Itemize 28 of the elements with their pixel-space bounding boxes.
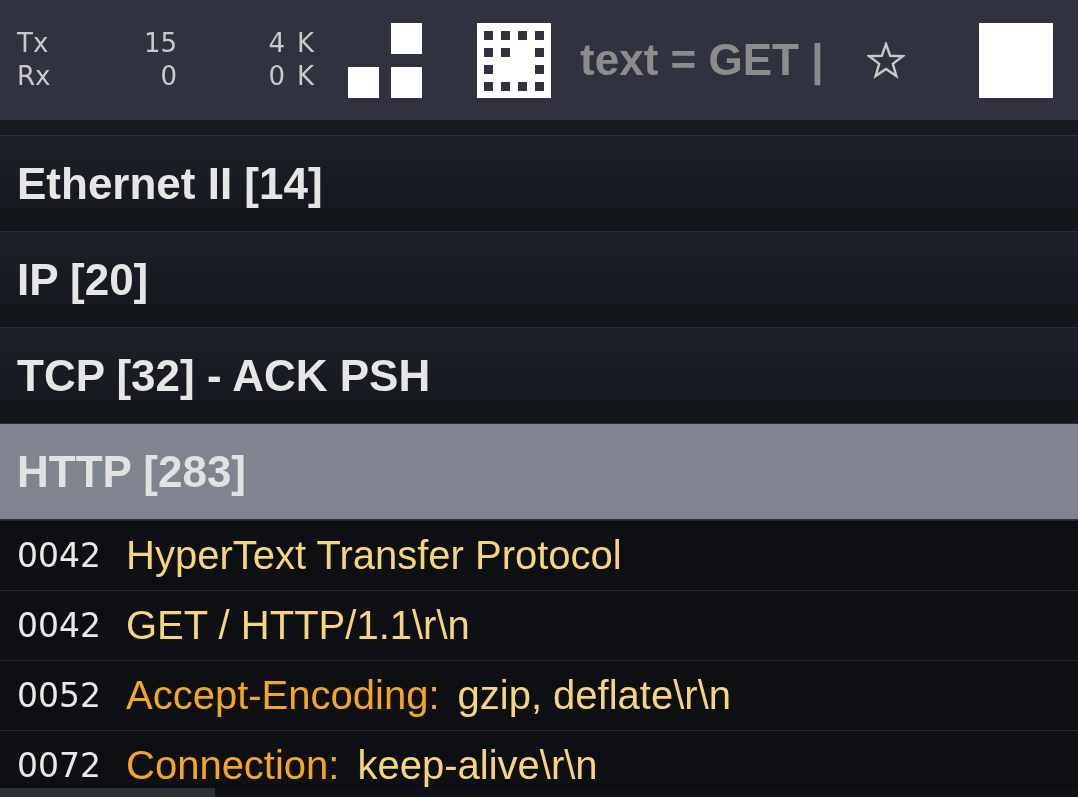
protocol-layer-row[interactable]: Ethernet II [14] xyxy=(0,135,1078,231)
field-row[interactable]: 0072 Connection: keep-alive\r\n xyxy=(0,730,1078,788)
byte-offset: 0072 xyxy=(17,746,101,785)
squares-icon[interactable] xyxy=(348,22,423,98)
packet-count: 15 xyxy=(142,27,177,60)
stat-label: Rx xyxy=(17,60,52,93)
header-value: keep-alive\r\n xyxy=(357,743,598,788)
filter-expression[interactable]: text = GET | xyxy=(580,35,824,85)
star-icon[interactable] xyxy=(867,41,906,79)
header-value: gzip, deflate\r\n xyxy=(457,673,731,718)
stat-label: Tx xyxy=(17,27,50,60)
field-text: HyperText Transfer Protocol xyxy=(126,533,622,578)
byte-offset: 0052 xyxy=(17,676,101,715)
header-name: Connection: xyxy=(126,743,340,788)
byte-count: 4 xyxy=(268,28,285,58)
unit-label: K xyxy=(297,60,315,93)
unit-label: K xyxy=(297,27,315,60)
byte-offset: 0042 xyxy=(17,606,101,645)
protocol-layer-row[interactable]: TCP [32] - ACK PSH xyxy=(0,327,1078,423)
byte-offset: 0042 xyxy=(17,536,101,575)
scrollbar-thumb[interactable] xyxy=(0,788,215,797)
packet-count: 0 xyxy=(159,60,177,93)
byte-count: 0 xyxy=(268,61,285,91)
scrollbar-track[interactable] xyxy=(0,788,1078,797)
grid-icon[interactable] xyxy=(477,22,552,98)
protocol-layer-row[interactable]: IP [20] xyxy=(0,231,1078,327)
field-text: GET / HTTP/1.1\r\n xyxy=(126,603,470,648)
header-name: Accept-Encoding: xyxy=(126,673,440,718)
